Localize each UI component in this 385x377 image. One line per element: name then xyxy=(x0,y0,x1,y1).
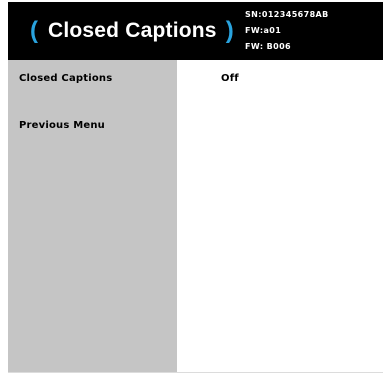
page-title: Closed Captions xyxy=(48,19,217,42)
firmware-version-1: FW:a01 xyxy=(245,26,282,35)
header-bar: ( Closed Captions ) SN:012345678AB FW:a0… xyxy=(8,2,383,60)
firmware-info: SN:012345678AB FW:a01 FW: B006 xyxy=(245,7,329,55)
bottom-divider xyxy=(8,372,383,373)
serial-number: SN:012345678AB xyxy=(245,10,329,19)
closed-captions-value[interactable]: Off xyxy=(221,72,239,86)
menu-item-closed-captions[interactable]: Closed Captions xyxy=(19,72,112,86)
left-paren-glyph: ( xyxy=(30,17,38,44)
firmware-version-2: FW: B006 xyxy=(245,42,292,51)
settings-panel: Off xyxy=(177,60,383,372)
osd-screen: ( Closed Captions ) SN:012345678AB FW:a0… xyxy=(0,0,385,377)
menu-sidebar: Closed Captions Previous Menu xyxy=(8,60,177,372)
title-group: ( Closed Captions ) xyxy=(30,16,234,46)
menu-item-previous-menu[interactable]: Previous Menu xyxy=(19,119,105,133)
right-paren-glyph: ) xyxy=(225,17,234,44)
